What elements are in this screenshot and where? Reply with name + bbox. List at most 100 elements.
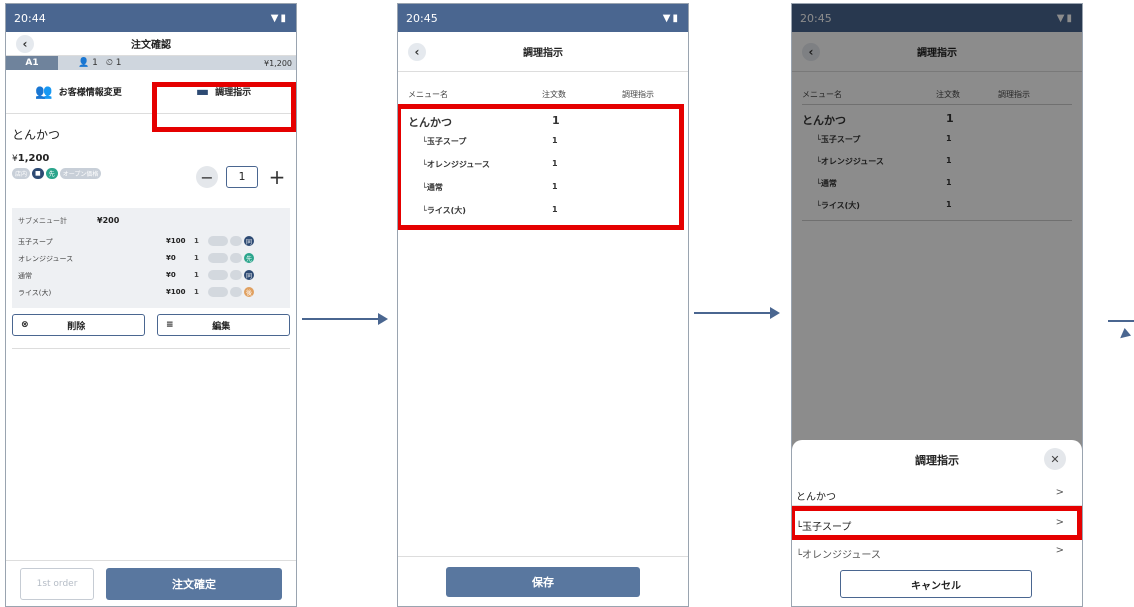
guest-count-value: 1 (92, 58, 98, 68)
sheet-item[interactable]: └オレンジジュース > (792, 542, 1082, 564)
edit-button[interactable]: ≡ 編集 (157, 314, 290, 336)
list-item[interactable]: └ライス(大) 1 (408, 201, 678, 223)
list-item[interactable]: └オレンジジュース 1 (408, 155, 678, 177)
sheet-item[interactable]: └玉子スープ > (792, 514, 1082, 536)
status-bar: 20:45 ▼▮ (398, 4, 688, 32)
col-order-qty: 注文数 (542, 90, 566, 99)
list-header: メニュー名 注文数 調理指示 (408, 89, 678, 105)
submenu-item-qty: 1 (194, 237, 199, 245)
status-icons: ▼▮ (270, 12, 288, 24)
timing-badge: 同 (244, 270, 254, 280)
chevron-right-icon: > (1055, 517, 1064, 528)
delete-icon: ⊗ (21, 320, 29, 330)
edit-label: 編集 (212, 321, 231, 332)
timing-badge: 同 (244, 236, 254, 246)
timing-badge: 先 (244, 253, 254, 263)
tag-first: 先 (45, 168, 58, 179)
tag-pill (208, 287, 228, 297)
save-button[interactable]: 保存 (446, 566, 640, 597)
delete-label: 削除 (67, 321, 86, 332)
confirm-order-button[interactable]: 注文確定 (106, 567, 282, 600)
submenu-total: ¥200 (97, 216, 120, 225)
item-qty: 1 (552, 205, 558, 214)
submenu-price-value: ¥100 (166, 288, 186, 296)
status-time: 20:44 (14, 11, 46, 25)
item-name: └ライス(大) (422, 206, 466, 215)
sheet-item-label: └オレンジジュース (796, 550, 881, 561)
tag-message: ■ (32, 168, 44, 179)
submenu-price-value: ¥0 (166, 254, 176, 262)
back-button[interactable]: ‹ (16, 35, 34, 53)
item-name: とんかつ (408, 116, 452, 129)
flow-arrow (694, 307, 780, 319)
footer-bar: 1st order 注文確定 (6, 560, 296, 606)
tag-open-price: オープン価格 (59, 168, 102, 179)
submenu-item-price: ¥100 (166, 237, 185, 245)
sheet-item[interactable]: とんかつ > (792, 484, 1082, 506)
users-icon: 👥 (35, 83, 53, 100)
tag-pill (230, 253, 242, 263)
item-qty: 1 (552, 114, 560, 127)
item-qty: 1 (552, 182, 558, 191)
list-divider (408, 228, 678, 229)
phone-cooking-instruction-sheet: 20:45 ▼▮ ‹ 調理指示 メニュー名 注文数 調理指示 とんかつ 1 └玉… (791, 3, 1083, 607)
col-cooking-instruction: 調理指示 (622, 90, 654, 99)
submenu-item-qty: 1 (194, 271, 199, 279)
flow-arrow (1108, 320, 1134, 322)
submenu-panel: サブメニュー計 ¥200 玉子スープ ¥100 1 同オレンジジュース ¥0 1 先通常 ¥0… (12, 208, 290, 308)
page-title: 調理指示 (523, 48, 563, 59)
close-icon: ✕ (1050, 452, 1060, 466)
submenu-item-tags: 先 (208, 253, 254, 263)
first-order-button[interactable]: 1st order (20, 567, 94, 600)
submenu-price-value: ¥100 (166, 237, 186, 245)
person-icon: 👤 (78, 58, 90, 68)
close-button[interactable]: ✕ (1044, 448, 1066, 470)
sheet-item-label: とんかつ (796, 492, 836, 503)
submenu-item-name: オレンジジュース (18, 255, 74, 263)
divider (12, 348, 290, 349)
page-title: 注文確認 (131, 40, 171, 51)
quantity-stepper: − 1 + (196, 165, 288, 189)
tag-pill (230, 287, 242, 297)
quantity-input[interactable]: 1 (226, 166, 258, 188)
submenu-item-tags: 同 (208, 270, 254, 280)
submenu-label: サブメニュー計 (18, 217, 67, 225)
delete-button[interactable]: ⊗ 削除 (12, 314, 145, 336)
submenu-item-qty: 1 (194, 288, 199, 296)
submenu-item-tags: 後 (208, 287, 254, 297)
back-button[interactable]: ‹ (408, 43, 426, 61)
submenu-item-price: ¥0 (166, 254, 176, 262)
cooking-icon: ▬ (195, 83, 210, 100)
item-price-value: 1,200 (17, 153, 50, 164)
submenu-item-name: ライス(大) (18, 289, 52, 297)
sheet-item-label: └玉子スープ (796, 522, 852, 533)
status-icons: ▼▮ (662, 12, 680, 24)
submenu-item-price: ¥100 (166, 288, 185, 296)
chevron-right-icon: > (1055, 545, 1064, 556)
plus-button[interactable]: + (266, 165, 288, 189)
status-bar: 20:44 ▼▮ (6, 4, 296, 32)
list-item[interactable]: とんかつ 1 (408, 112, 678, 134)
nav-bar: ‹ 調理指示 (398, 32, 688, 72)
item-name: └オレンジジュース (422, 160, 490, 169)
sheet-title: 調理指示 (915, 454, 959, 467)
submenu-item-name: 通常 (18, 272, 32, 280)
cancel-button[interactable]: キャンセル (840, 570, 1032, 598)
item-qty: 1 (552, 136, 558, 145)
edit-row: ⊗ 削除 ≡ 編集 (12, 314, 290, 336)
customer-info-button[interactable]: 👥 お客様情報変更 (6, 70, 151, 113)
phone-order-confirm: 20:44 ▼▮ ‹ 注文確認 A1 👤 1 ⏲ 1 ¥1,200 👥 お客様情… (5, 3, 297, 607)
flow-arrow (302, 313, 388, 325)
cooking-instruction-button[interactable]: ▬ 調理指示 (151, 70, 296, 113)
cooking-instruction-label: 調理指示 (215, 88, 252, 98)
plus-icon: + (268, 165, 286, 189)
elapsed-count: ⏲ 1 (106, 58, 122, 68)
item-name: └通常 (422, 183, 443, 192)
col-menu-name: メニュー名 (408, 90, 448, 99)
minus-button[interactable]: − (196, 166, 218, 188)
timing-badge: 後 (244, 287, 254, 297)
list-item[interactable]: └通常 1 (408, 178, 678, 200)
list-item[interactable]: └玉子スープ 1 (408, 132, 678, 154)
tag-pill (230, 236, 242, 246)
table-total: ¥1,200 (264, 58, 292, 68)
